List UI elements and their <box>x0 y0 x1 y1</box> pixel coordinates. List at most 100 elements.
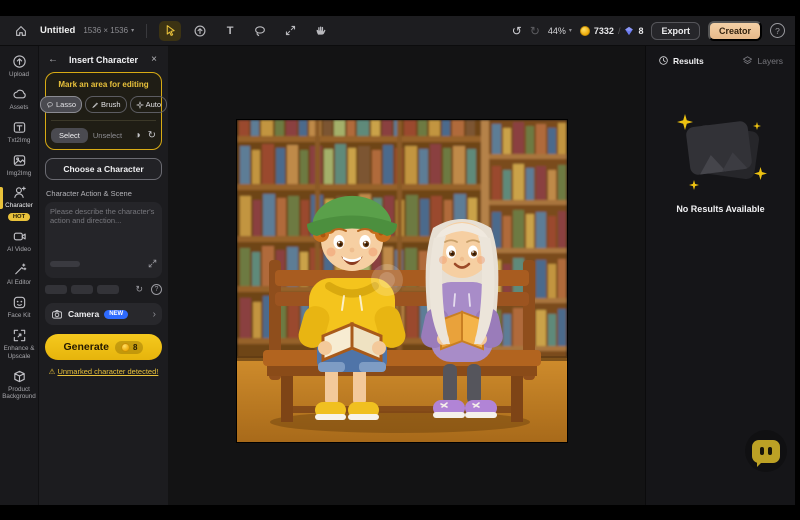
sparkle-icon <box>754 167 767 180</box>
auto-mode-button[interactable]: Auto <box>130 96 167 113</box>
sidebar-item-label: AI Video <box>7 246 31 254</box>
sidebar-item-label: Product Background <box>1 386 37 402</box>
tab-layers[interactable]: Layers <box>742 55 783 66</box>
prompt-box <box>45 202 162 278</box>
mode-label: Lasso <box>56 100 76 109</box>
pointer-tool-button[interactable] <box>159 21 181 41</box>
tab-label: Results <box>673 56 704 66</box>
hand-tool-button[interactable] <box>309 21 331 41</box>
suggestion-chip[interactable] <box>71 285 93 294</box>
no-results-illustration <box>675 112 767 190</box>
sidebar-item-txt2img[interactable]: Txt2Img <box>0 116 38 148</box>
camera-setting-row[interactable]: Camera NEW › <box>45 303 162 325</box>
prompt-hint-placeholder <box>50 261 80 267</box>
resize-tool-button[interactable] <box>279 21 301 41</box>
suggestion-chip[interactable] <box>97 285 119 294</box>
unselect-button[interactable]: Unselect <box>93 131 122 140</box>
canvas-workspace[interactable] <box>168 46 645 505</box>
video-icon <box>12 229 27 244</box>
close-icon[interactable]: × <box>148 54 160 65</box>
no-results-text: No Results Available <box>676 204 764 214</box>
reset-mask-icon[interactable]: ↻ <box>148 130 156 141</box>
sidebar-item-ai-video[interactable]: AI Video <box>0 225 38 257</box>
chat-bubble-icon <box>752 440 780 463</box>
sidebar-item-img2img[interactable]: Img2Img <box>0 149 38 181</box>
image-to-image-icon <box>12 153 27 168</box>
select-button[interactable]: Select <box>51 128 88 143</box>
chat-support-button[interactable] <box>745 430 787 472</box>
sidebar-item-label: Img2Img <box>7 170 32 178</box>
sidebar-item-product-background[interactable]: Product Background <box>0 365 38 405</box>
support-icon[interactable]: ? <box>770 23 785 38</box>
credits-separator: / <box>618 26 621 36</box>
generate-cost-pill: 8 <box>115 341 143 354</box>
sidebar-item-character[interactable]: Character HOT <box>0 181 38 224</box>
sidebar-item-face-kit[interactable]: Face Kit <box>0 291 38 323</box>
sidebar-item-assets[interactable]: Assets <box>0 83 38 115</box>
lasso-tool-button[interactable] <box>249 21 271 41</box>
upload-icon <box>12 54 27 69</box>
lasso-icon <box>46 101 54 109</box>
refresh-suggestions-icon[interactable]: ↻ <box>135 284 143 295</box>
camera-icon <box>51 308 63 320</box>
export-button[interactable]: Export <box>651 22 700 40</box>
brush-cursor-highlight <box>371 264 403 296</box>
generate-button[interactable]: Generate 8 <box>45 334 162 360</box>
mode-label: Auto <box>146 100 161 109</box>
suggestion-chip[interactable] <box>45 285 67 294</box>
mark-area-heading: Mark an area for editing <box>51 80 156 89</box>
document-title[interactable]: Untitled <box>40 25 75 36</box>
creator-button[interactable]: Creator <box>708 21 762 41</box>
mark-area-card: Mark an area for editing Lasso Brush Aut… <box>45 72 162 150</box>
lasso-mode-button[interactable]: Lasso <box>40 96 82 113</box>
tab-results[interactable]: Results <box>658 55 704 66</box>
chevron-right-icon: › <box>153 309 156 320</box>
prompt-input[interactable] <box>50 207 157 251</box>
zoom-level-value: 44% <box>548 26 566 36</box>
hot-badge: HOT <box>8 213 30 221</box>
pointer-icon <box>164 24 177 37</box>
sidebar-item-label: Txt2Img <box>8 137 31 145</box>
back-icon[interactable]: ← <box>47 54 59 65</box>
warning-icon: ⚠ <box>49 367 56 376</box>
insert-icon <box>193 24 207 38</box>
help-icon[interactable]: ? <box>151 284 162 295</box>
undo-button[interactable]: ↺ <box>512 24 522 38</box>
sidebar-item-label: AI Editor <box>7 279 31 287</box>
sidebar-item-enhance-upscale[interactable]: Enhance & Upscale <box>0 324 38 364</box>
resize-icon <box>284 24 297 37</box>
history-clock-icon <box>658 55 669 66</box>
choose-character-button[interactable]: Choose a Character <box>45 158 162 180</box>
redo-button[interactable]: ↻ <box>530 24 540 38</box>
expand-icon[interactable] <box>148 255 157 273</box>
lasso-icon <box>253 24 267 38</box>
sidebar-item-upload[interactable]: Upload <box>0 50 38 82</box>
text-tool-button[interactable]: T <box>219 21 241 41</box>
sidebar-item-label: Face Kit <box>7 312 30 320</box>
chevron-down-icon: ▾ <box>569 27 572 34</box>
sparkle-icon <box>753 122 761 130</box>
topbar: Untitled 1536 × 1536 ▾ T <box>0 16 795 46</box>
cloud-icon <box>12 87 27 102</box>
home-icon <box>14 24 28 38</box>
zoom-level-dropdown[interactable]: 44% ▾ <box>548 26 572 36</box>
sparkle-icon <box>689 180 699 190</box>
suggestion-chips-row: ↻ ? <box>45 284 162 295</box>
upscale-icon <box>12 328 27 343</box>
action-scene-label: Character Action & Scene <box>46 189 162 198</box>
home-button[interactable] <box>10 21 32 41</box>
credits-display[interactable]: 7332 / 8 <box>580 26 644 36</box>
brush-icon <box>91 101 99 109</box>
generate-label: Generate <box>64 341 110 353</box>
coin-icon <box>121 343 130 352</box>
face-icon <box>12 295 27 310</box>
canvas-image[interactable] <box>237 120 567 442</box>
app-window: Untitled 1536 × 1536 ▾ T <box>0 16 795 505</box>
invert-mask-icon[interactable]: ◑ <box>135 130 141 141</box>
canvas-size-dropdown[interactable]: 1536 × 1536 ▾ <box>83 26 134 35</box>
brush-mode-button[interactable]: Brush <box>85 96 127 113</box>
insert-image-tool-button[interactable] <box>189 21 211 41</box>
warning-text: Unmarked character detected! <box>57 367 158 376</box>
divider <box>146 24 147 38</box>
sidebar-item-ai-editor[interactable]: AI Editor <box>0 258 38 290</box>
